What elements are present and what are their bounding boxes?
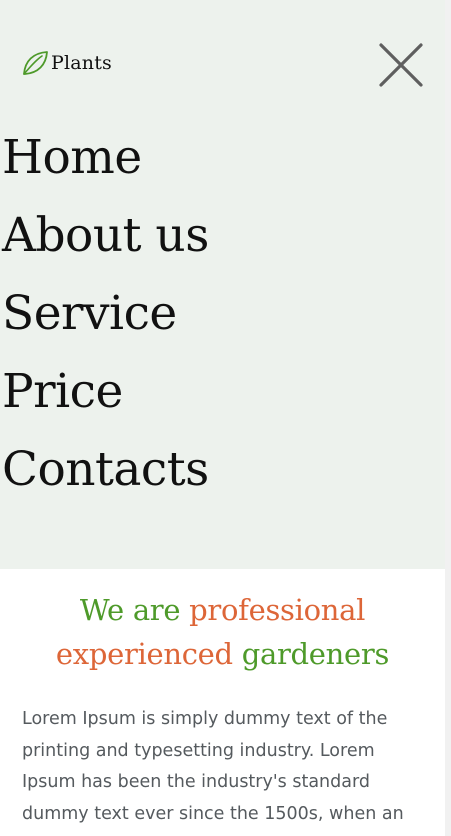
headline-part: gardeners: [232, 637, 390, 671]
nav-link-service[interactable]: Service: [0, 275, 177, 353]
nav-item-contacts: Contacts: [0, 431, 209, 509]
hero-headline: We are professional experienced gardener…: [6, 588, 439, 676]
logo[interactable]: Plants: [21, 48, 112, 78]
nav-item-service: Service: [0, 275, 209, 353]
menu-panel: Plants Home About us Service Price Conta…: [0, 0, 445, 569]
nav-link-about[interactable]: About us: [0, 197, 209, 275]
hero-description: Lorem Ipsum is simply dummy text of the …: [22, 709, 404, 824]
nav-item-price: Price: [0, 353, 209, 431]
nav-link-home[interactable]: Home: [0, 119, 142, 197]
close-menu-button[interactable]: [376, 40, 426, 90]
leaf-icon: [21, 49, 49, 77]
logo-text: Plants: [51, 52, 113, 74]
nav-item-about: About us: [0, 197, 209, 275]
main-nav: Home About us Service Price Contacts: [0, 119, 209, 509]
nav-link-price[interactable]: Price: [0, 353, 123, 431]
close-icon: [379, 43, 423, 87]
scrollbar-track[interactable]: [445, 0, 451, 836]
headline-part: We are: [79, 593, 190, 627]
nav-link-contacts[interactable]: Contacts: [0, 431, 209, 509]
nav-item-home: Home: [0, 119, 209, 197]
